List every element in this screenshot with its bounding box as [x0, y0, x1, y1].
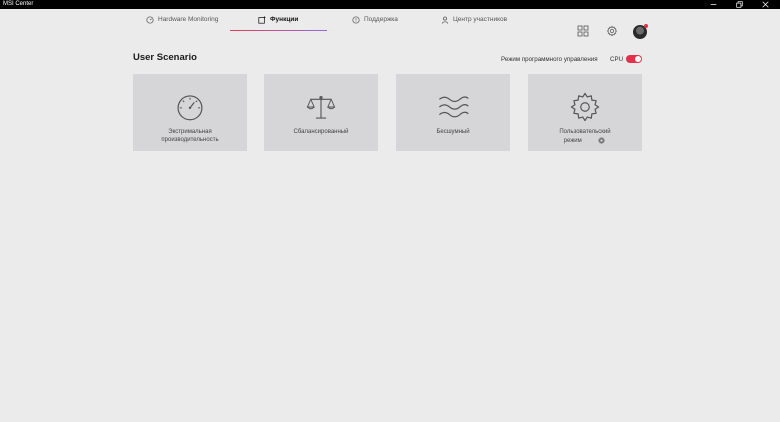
scales-icon: [306, 95, 336, 119]
top-navigation: Hardware Monitoring Функции Поддержка Це…: [0, 9, 780, 39]
custom-settings-icon[interactable]: [597, 136, 606, 145]
user-icon: [441, 16, 449, 24]
card-label-line2: режим: [563, 138, 582, 145]
section-title: User Scenario: [133, 52, 197, 63]
user-avatar[interactable]: [633, 24, 648, 39]
card-label-line1: Пользовательский: [559, 129, 611, 135]
cpu-label: CPU: [610, 56, 624, 63]
notification-dot: [644, 24, 648, 28]
features-icon: [258, 16, 266, 24]
minimize-icon: [710, 4, 716, 5]
support-icon: [352, 16, 360, 24]
card-label-line2: производительность: [161, 137, 219, 143]
speedometer-icon: [177, 95, 203, 121]
tab-support[interactable]: Поддержка: [352, 15, 398, 37]
card-label: Пользовательский режим: [528, 128, 642, 145]
restore-icon: [735, 1, 743, 8]
software-mode-label: Режим программного управления: [501, 56, 598, 63]
toggle-knob: [635, 56, 641, 62]
tab-label: Hardware Monitoring: [158, 16, 219, 23]
card-label-line1: Экстримальная: [168, 129, 212, 135]
tab-label: Функции: [270, 16, 299, 23]
tab-hardware-monitoring[interactable]: Hardware Monitoring: [146, 15, 218, 37]
close-icon: [761, 1, 769, 8]
tab-features[interactable]: Функции: [258, 15, 298, 37]
restore-button[interactable]: [726, 0, 752, 9]
scenario-card-extreme-performance[interactable]: Экстримальная производительность: [133, 74, 247, 151]
apps-grid-button[interactable]: [576, 24, 590, 38]
title-bar: MSI Center: [0, 0, 780, 9]
scenario-card-silent[interactable]: Бесшумный: [396, 74, 510, 151]
settings-button[interactable]: [605, 24, 619, 38]
scenario-card-user-mode[interactable]: Пользовательский режим: [528, 74, 642, 151]
waves-icon: [439, 96, 469, 118]
tab-members-center[interactable]: Центр участников: [441, 15, 507, 37]
tab-label: Поддержка: [364, 16, 398, 23]
app-title: MSI Center: [3, 1, 34, 7]
cog-icon: [570, 92, 600, 122]
card-label: Экстримальная производительность: [133, 128, 247, 144]
card-label: Сбалансированный: [293, 129, 349, 135]
close-button[interactable]: [752, 0, 778, 9]
active-tab-indicator: [230, 30, 327, 31]
card-label: Бесшумный: [436, 129, 470, 135]
gauge-icon: [146, 16, 154, 24]
minimize-button[interactable]: [700, 0, 726, 9]
cpu-toggle[interactable]: [626, 55, 642, 63]
grid-icon: [577, 25, 589, 37]
tab-label: Центр участников: [453, 16, 508, 23]
scenario-card-balanced[interactable]: Сбалансированный: [264, 74, 378, 151]
gear-icon: [606, 25, 618, 37]
